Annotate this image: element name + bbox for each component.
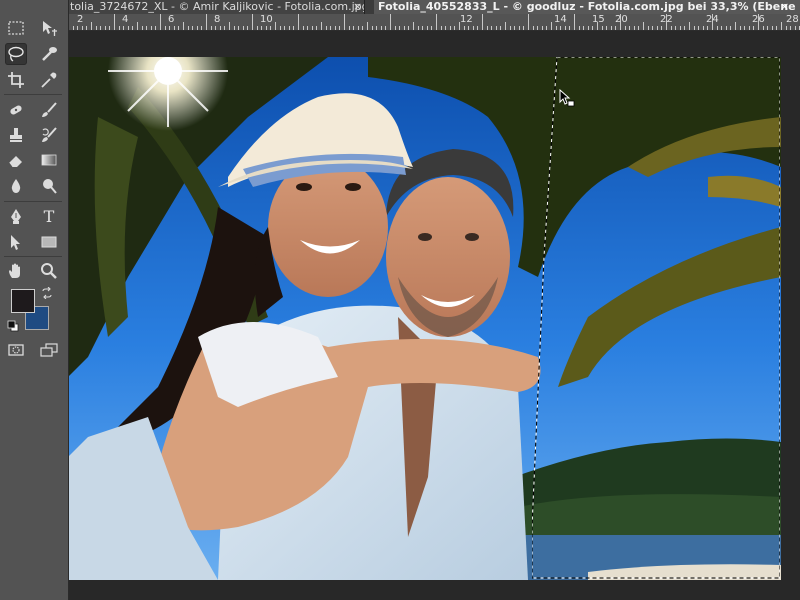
gradient-icon bbox=[41, 154, 57, 166]
move-tool[interactable] bbox=[38, 17, 60, 39]
zoom-icon bbox=[41, 263, 57, 279]
eraser-tool[interactable] bbox=[5, 149, 27, 171]
ruler-number: 14 bbox=[554, 14, 567, 25]
dodge-icon bbox=[43, 179, 57, 194]
foreground-color-swatch[interactable] bbox=[11, 289, 35, 313]
eraser-icon bbox=[8, 156, 22, 168]
ruler-number: 12 bbox=[460, 14, 473, 25]
rectangle-tool[interactable] bbox=[38, 231, 60, 253]
tab-close-icon[interactable]: × bbox=[780, 0, 789, 14]
healing-brush-tool[interactable] bbox=[5, 99, 27, 121]
tab-document-1[interactable]: tolia_3724672_XL - © Amir Kaljikovic - F… bbox=[68, 0, 365, 14]
tool-separator bbox=[4, 256, 62, 257]
move-icon bbox=[43, 21, 57, 36]
tool-separator bbox=[4, 201, 62, 202]
ruler-number: 26 bbox=[752, 14, 765, 25]
tab-document-2-label: Fotolia_40552833_L - © goodluz - Fotolia… bbox=[378, 0, 800, 13]
ruler-number: 2 bbox=[77, 14, 84, 25]
dodge-tool[interactable] bbox=[38, 175, 60, 197]
ruler-number: 24 bbox=[706, 14, 719, 25]
quick-mask-mode[interactable] bbox=[5, 339, 27, 361]
healing-icon bbox=[10, 105, 22, 115]
quick-selection-tool[interactable] bbox=[38, 43, 60, 65]
rectangular-marquee-tool[interactable] bbox=[5, 17, 27, 39]
type-icon: T bbox=[44, 207, 55, 225]
crop-tool[interactable] bbox=[5, 69, 27, 91]
tab-close-icon[interactable]: × bbox=[353, 0, 362, 14]
document-tab-bar: tolia_3724672_XL - © Amir Kaljikovic - F… bbox=[68, 0, 800, 14]
swap-colors-icon[interactable] bbox=[41, 287, 53, 299]
zoom-tool[interactable] bbox=[38, 260, 60, 282]
path-selection-icon bbox=[11, 235, 20, 250]
rectangle-icon bbox=[41, 236, 57, 248]
history-brush-tool[interactable] bbox=[38, 124, 60, 146]
hand-tool[interactable] bbox=[5, 260, 27, 282]
ruler-number: 15 bbox=[592, 14, 605, 25]
default-colors-icon[interactable] bbox=[7, 320, 19, 332]
mouse-cursor-icon bbox=[559, 89, 575, 107]
hand-icon bbox=[9, 263, 20, 278]
pen-tool[interactable] bbox=[5, 205, 27, 227]
document-image[interactable] bbox=[68, 57, 781, 580]
ruler-number: 22 bbox=[660, 14, 673, 25]
blur-tool[interactable] bbox=[5, 175, 27, 197]
screen-mode[interactable] bbox=[38, 339, 60, 361]
marquee-icon bbox=[8, 21, 24, 35]
ruler-ticks bbox=[68, 14, 800, 30]
crop-icon bbox=[8, 72, 24, 88]
eyedropper-icon bbox=[41, 72, 57, 88]
brush-tool[interactable] bbox=[38, 99, 60, 121]
pen-icon bbox=[11, 209, 21, 224]
quick-selection-icon bbox=[42, 47, 57, 61]
horizontal-ruler[interactable]: 2 4 6 8 10 12 14 15 20 22 24 26 28 bbox=[68, 14, 800, 31]
ruler-number: 20 bbox=[615, 14, 628, 25]
path-selection-tool[interactable] bbox=[5, 231, 27, 253]
history-brush-icon bbox=[42, 127, 57, 142]
ruler-number: 8 bbox=[214, 14, 221, 25]
brush-icon bbox=[42, 102, 57, 117]
beach-couple-photo bbox=[68, 57, 781, 580]
lasso-icon bbox=[8, 46, 24, 62]
tools-panel: T bbox=[0, 0, 69, 600]
ruler-number: 4 bbox=[122, 14, 129, 25]
type-tool-glyph: T bbox=[44, 207, 55, 225]
tool-separator bbox=[4, 94, 62, 95]
ruler-number: 28 bbox=[786, 14, 799, 25]
type-tool[interactable]: T bbox=[38, 205, 60, 227]
eyedropper-tool[interactable] bbox=[38, 69, 60, 91]
quick-mask-icon bbox=[8, 344, 24, 356]
ruler-number: 6 bbox=[168, 14, 175, 25]
blur-icon bbox=[11, 179, 21, 193]
ruler-number: 10 bbox=[260, 14, 273, 25]
stamp-icon bbox=[10, 128, 22, 142]
clone-stamp-tool[interactable] bbox=[5, 124, 27, 146]
gradient-tool[interactable] bbox=[38, 149, 60, 171]
screen-mode-icon bbox=[40, 343, 58, 357]
lasso-tool[interactable] bbox=[5, 43, 27, 65]
tab-document-1-label: tolia_3724672_XL - © Amir Kaljikovic - F… bbox=[70, 0, 365, 13]
tab-document-2[interactable]: Fotolia_40552833_L - © goodluz - Fotolia… bbox=[374, 0, 800, 14]
